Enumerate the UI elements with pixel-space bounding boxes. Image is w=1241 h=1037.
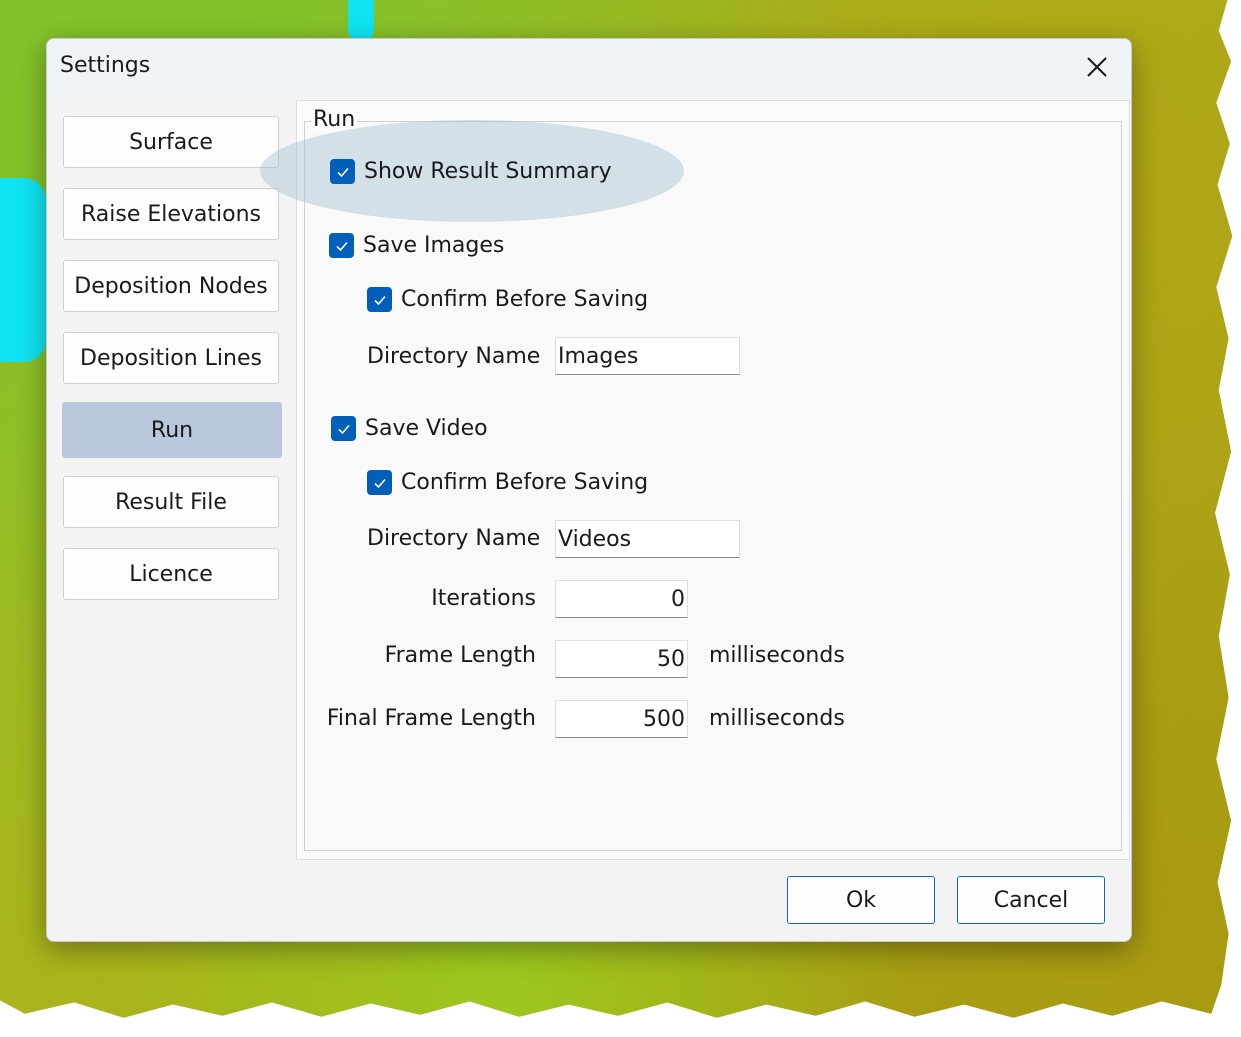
nav-deposition-nodes-button[interactable]: Deposition Nodes	[63, 260, 279, 312]
final-frame-length-input[interactable]	[555, 700, 688, 738]
save-images-checkbox[interactable]: Save Images	[329, 233, 504, 258]
checkbox-label: Show Result Summary	[364, 159, 612, 184]
checkbox-label: Save Video	[365, 416, 488, 441]
cancel-button[interactable]: Cancel	[957, 876, 1105, 924]
nav-result-file-button[interactable]: Result File	[63, 476, 279, 528]
show-result-summary-checkbox[interactable]: Show Result Summary	[330, 159, 612, 184]
dialog-title: Settings	[60, 53, 151, 78]
video-confirm-before-saving-checkbox[interactable]: Confirm Before Saving	[367, 470, 648, 495]
iterations-input[interactable]	[555, 580, 688, 618]
images-directory-label: Directory Name	[367, 344, 541, 369]
checkbox-label: Confirm Before Saving	[401, 287, 649, 312]
checkbox-checked-icon	[367, 287, 392, 312]
checkbox-label: Confirm Before Saving	[401, 470, 649, 495]
close-button[interactable]	[1075, 47, 1119, 87]
checkbox-checked-icon	[367, 470, 392, 495]
checkbox-checked-icon	[329, 233, 354, 258]
nav-raise-elevations-button[interactable]: Raise Elevations	[63, 188, 279, 240]
checkbox-label: Save Images	[363, 233, 505, 258]
nav-deposition-lines-button[interactable]: Deposition Lines	[63, 332, 279, 384]
images-directory-input[interactable]	[555, 337, 740, 375]
close-icon	[1087, 57, 1107, 77]
frame-length-input[interactable]	[555, 640, 688, 678]
iterations-label: Iterations	[431, 586, 536, 611]
ok-button[interactable]: Ok	[787, 876, 935, 924]
images-confirm-before-saving-checkbox[interactable]: Confirm Before Saving	[367, 287, 648, 312]
video-directory-label: Directory Name	[367, 526, 541, 551]
save-video-checkbox[interactable]: Save Video	[331, 416, 488, 441]
title-bar: Settings	[47, 39, 1131, 97]
frame-length-label: Frame Length	[384, 643, 536, 668]
nav-run-button[interactable]: Run	[62, 402, 282, 458]
water-region	[348, 0, 374, 40]
checkbox-checked-icon	[331, 416, 356, 441]
settings-dialog: Settings Surface Raise Elevations Deposi…	[46, 38, 1132, 942]
final-frame-length-unit: milliseconds	[709, 706, 845, 731]
nav-licence-button[interactable]: Licence	[63, 548, 279, 600]
checkbox-checked-icon	[330, 159, 355, 184]
frame-length-unit: milliseconds	[709, 643, 845, 668]
video-directory-input[interactable]	[555, 520, 740, 558]
water-region	[0, 178, 46, 362]
final-frame-length-label: Final Frame Length	[326, 706, 536, 731]
nav-surface-button[interactable]: Surface	[63, 116, 279, 168]
